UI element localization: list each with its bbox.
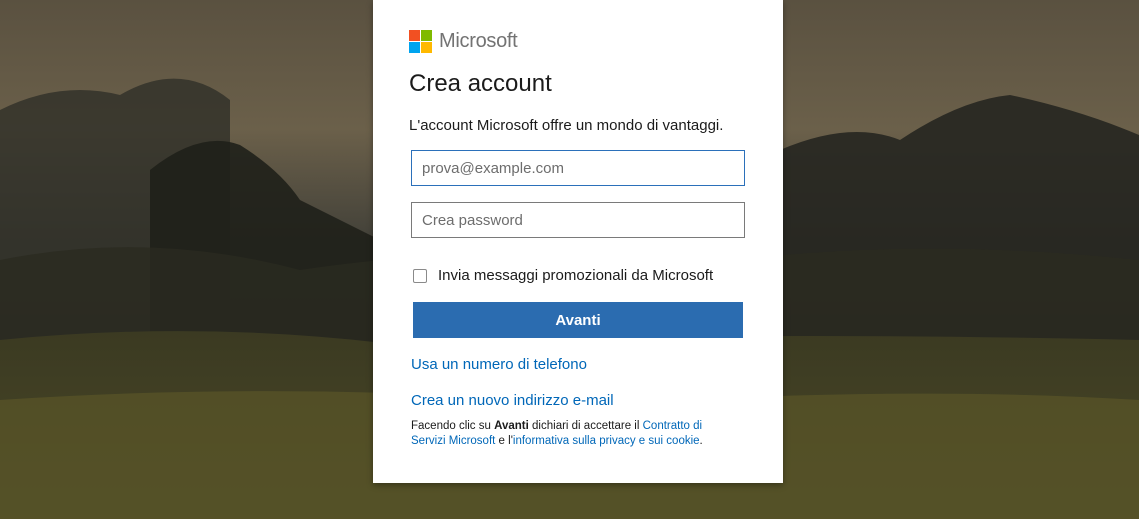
page-title: Crea account — [409, 70, 552, 97]
privacy-link[interactable]: informativa sulla privacy e sui cookie — [513, 435, 700, 447]
promo-checkbox-label[interactable]: Invia messaggi promozionali da Microsoft — [438, 267, 713, 284]
password-field[interactable] — [411, 202, 745, 238]
logo-square-green — [421, 30, 432, 41]
signup-card: Microsoft Crea account L'account Microso… — [373, 0, 783, 483]
next-button[interactable]: Avanti — [413, 302, 743, 338]
promo-checkbox-row[interactable]: Invia messaggi promozionali da Microsoft — [413, 267, 713, 284]
email-field[interactable] — [411, 150, 745, 186]
legal-bold: Avanti — [494, 420, 529, 432]
logo-square-red — [409, 30, 420, 41]
promo-checkbox[interactable] — [413, 268, 427, 283]
page-subtitle: L'account Microsoft offre un mondo di va… — [409, 117, 724, 134]
brand-name: Microsoft — [439, 30, 518, 52]
microsoft-logo: Microsoft — [409, 30, 518, 53]
legal-text: Facendo clic su Avanti dichiari di accet… — [411, 419, 731, 449]
windows-logo-icon — [409, 30, 432, 53]
use-phone-link[interactable]: Usa un numero di telefono — [411, 356, 587, 373]
logo-square-yellow — [421, 42, 432, 53]
legal-suffix: . — [699, 435, 703, 447]
logo-square-blue — [409, 42, 420, 53]
legal-middle: dichiari di accettare il — [528, 420, 643, 432]
legal-joiner: e l' — [495, 435, 513, 447]
legal-prefix: Facendo clic su — [411, 420, 495, 432]
new-email-link[interactable]: Crea un nuovo indirizzo e-mail — [411, 392, 614, 409]
